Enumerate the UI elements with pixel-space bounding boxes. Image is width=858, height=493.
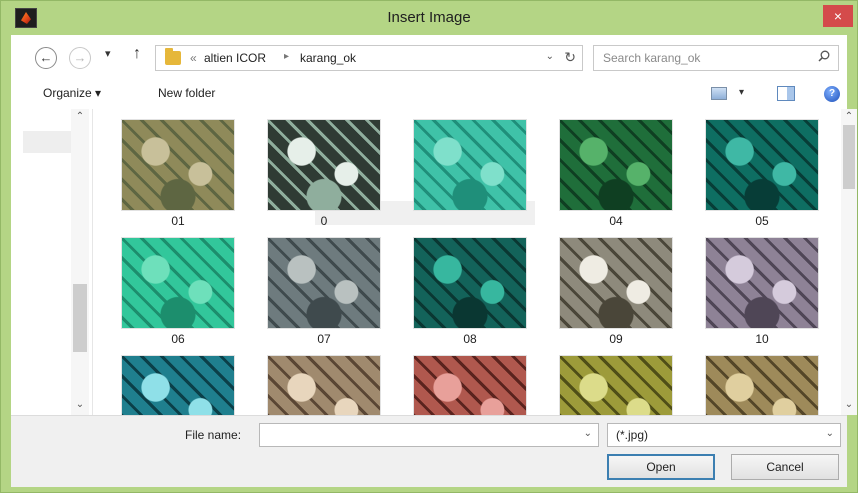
address-bar[interactable]: « altien ICOR ▸ karang_ok ⌄ ↻ xyxy=(155,45,583,71)
scroll-up-arrow[interactable]: ⌃ xyxy=(840,111,858,122)
image-thumbnail[interactable] xyxy=(267,119,381,211)
up-folder-button[interactable]: ↑ xyxy=(133,45,141,63)
image-thumbnail[interactable] xyxy=(705,119,819,211)
address-row: ← → ▾ ↑ « altien ICOR ▸ karang_ok ⌄ ↻ Se… xyxy=(11,35,847,79)
file-list-scroll-thumb[interactable] xyxy=(843,125,855,189)
image-file-tile[interactable]: 10 xyxy=(701,233,823,349)
image-file-tile[interactable]: 08 xyxy=(409,233,531,349)
navigation-scrollbar[interactable]: ⌃ ⌄ xyxy=(71,109,89,415)
image-file-tile[interactable]: 06 xyxy=(117,233,239,349)
recent-locations-dropdown[interactable]: ▾ xyxy=(105,47,111,60)
image-thumbnail[interactable] xyxy=(121,119,235,211)
breadcrumb-altien-icor[interactable]: altien ICOR xyxy=(204,51,266,65)
navigation-selected-item[interactable] xyxy=(23,131,71,153)
search-input[interactable]: Search karang_ok xyxy=(593,45,839,71)
insert-image-dialog: Insert Image × ← → ▾ ↑ « altien ICOR ▸ k… xyxy=(0,0,858,493)
help-icon[interactable]: ? xyxy=(824,86,840,102)
forward-button[interactable]: → xyxy=(69,47,91,69)
change-view-icon[interactable] xyxy=(711,87,727,100)
cancel-button[interactable]: Cancel xyxy=(731,454,839,480)
image-file-tile[interactable] xyxy=(555,351,677,415)
image-file-name: 08 xyxy=(463,332,477,346)
open-button[interactable]: Open xyxy=(607,454,715,480)
file-type-value: (*.jpg) xyxy=(616,428,649,442)
search-icon[interactable] xyxy=(818,50,830,62)
new-folder-button[interactable]: New folder xyxy=(158,86,215,100)
close-button[interactable]: × xyxy=(823,5,853,27)
window-title: Insert Image xyxy=(387,9,471,26)
image-file-tile[interactable] xyxy=(409,351,531,415)
file-type-dropdown-icon[interactable]: ⌄ xyxy=(826,428,834,439)
file-list[interactable]: 01 0 04 05 06 07 08 09 10 xyxy=(95,109,841,415)
image-file-tile[interactable]: 04 xyxy=(555,115,677,231)
image-file-name: 04 xyxy=(609,214,623,228)
file-name-label: File name: xyxy=(185,428,242,442)
file-type-select[interactable]: (*.jpg) ⌄ xyxy=(607,423,841,447)
image-file-name: 05 xyxy=(755,214,769,228)
image-file-name: 06 xyxy=(171,332,185,346)
file-name-dropdown-icon[interactable]: ⌄ xyxy=(584,428,592,439)
navigation-pane[interactable]: ⌃ ⌄ xyxy=(11,109,93,415)
file-name-field[interactable]: ⌄ xyxy=(259,423,599,447)
title-bar[interactable]: Insert Image × xyxy=(1,1,857,35)
image-thumbnail[interactable] xyxy=(267,355,381,415)
back-button[interactable]: ← xyxy=(35,47,57,69)
scroll-down-arrow[interactable]: ⌄ xyxy=(71,399,89,410)
folder-icon xyxy=(165,48,181,65)
image-file-tile[interactable] xyxy=(409,115,531,231)
image-thumbnail[interactable] xyxy=(413,119,527,211)
dialog-footer: File name: ⌄ (*.jpg) ⌄ Open Cancel xyxy=(11,415,847,487)
image-thumbnail[interactable] xyxy=(413,237,527,329)
image-file-tile[interactable]: 0 xyxy=(263,115,385,231)
image-file-name: 09 xyxy=(609,332,623,346)
navigation-scroll-thumb[interactable] xyxy=(73,284,87,352)
image-file-name: 10 xyxy=(755,332,769,346)
image-thumbnail[interactable] xyxy=(121,237,235,329)
image-file-tile[interactable] xyxy=(263,351,385,415)
image-file-name: 07 xyxy=(317,332,331,346)
image-file-tile[interactable] xyxy=(117,351,239,415)
view-options-dropdown[interactable]: ▾ xyxy=(739,87,744,98)
file-list-scrollbar[interactable]: ⌃ ⌄ xyxy=(841,109,857,415)
breadcrumb-overflow[interactable]: « xyxy=(190,51,197,65)
image-thumbnail[interactable] xyxy=(705,237,819,329)
image-thumbnail[interactable] xyxy=(705,355,819,415)
scroll-up-arrow[interactable]: ⌃ xyxy=(71,111,89,122)
scroll-down-arrow[interactable]: ⌄ xyxy=(840,399,858,410)
image-file-tile[interactable] xyxy=(701,351,823,415)
image-thumbnail[interactable] xyxy=(413,355,527,415)
image-file-tile[interactable]: 01 xyxy=(117,115,239,231)
dialog-body: ← → ▾ ↑ « altien ICOR ▸ karang_ok ⌄ ↻ Se… xyxy=(11,35,857,487)
image-thumbnail[interactable] xyxy=(121,355,235,415)
image-thumbnail[interactable] xyxy=(559,119,673,211)
address-dropdown-icon[interactable]: ⌄ xyxy=(546,51,554,62)
image-file-tile[interactable]: 07 xyxy=(263,233,385,349)
preview-pane-icon[interactable] xyxy=(777,86,795,101)
organize-menu[interactable]: Organize ▾ xyxy=(43,86,101,100)
breadcrumb-karang-ok[interactable]: karang_ok xyxy=(300,51,356,65)
image-file-name: 0 xyxy=(320,214,328,228)
image-file-tile[interactable]: 05 xyxy=(701,115,823,231)
search-placeholder: Search karang_ok xyxy=(603,51,701,65)
image-file-tile[interactable]: 09 xyxy=(555,233,677,349)
breadcrumb-separator[interactable]: ▸ xyxy=(284,51,289,62)
image-thumbnail[interactable] xyxy=(267,237,381,329)
image-file-name: 01 xyxy=(171,214,185,228)
command-bar: Organize ▾ New folder ▾ ? xyxy=(11,81,847,109)
refresh-icon[interactable]: ↻ xyxy=(564,49,576,66)
image-thumbnail[interactable] xyxy=(559,237,673,329)
image-thumbnail[interactable] xyxy=(559,355,673,415)
